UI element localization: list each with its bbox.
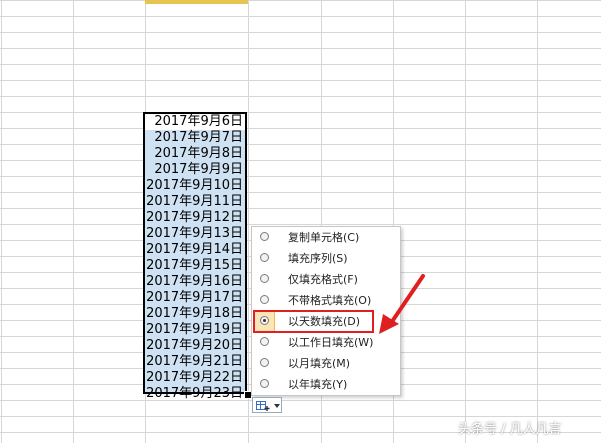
gridline — [0, 32, 601, 33]
radio-icon[interactable] — [260, 274, 269, 283]
gridline — [0, 160, 601, 161]
menu-item-label: 填充序列(S) — [288, 252, 348, 265]
gridline — [0, 16, 601, 17]
menu-item-label: 复制单元格(C) — [288, 231, 360, 244]
gridline — [0, 0, 601, 1]
date-cell[interactable]: 2017年9月18日 — [146, 306, 243, 322]
gridline — [0, 224, 601, 225]
column-header-highlight — [145, 0, 248, 4]
menu-item-label: 以工作日填充(W) — [288, 336, 374, 349]
date-cell[interactable]: 2017年9月21日 — [146, 354, 243, 370]
autofill-options-icon — [256, 401, 270, 411]
gridline — [0, 192, 601, 193]
gridline — [0, 112, 601, 113]
menu-item-fill-months[interactable]: 以月填充(M) — [252, 353, 400, 374]
date-cell[interactable]: 2017年9月13日 — [146, 226, 243, 242]
red-highlight-box — [253, 310, 374, 333]
gridline — [73, 0, 74, 443]
date-cell[interactable]: 2017年9月17日 — [146, 290, 243, 306]
gridline — [0, 416, 601, 417]
gridline — [0, 208, 601, 209]
chevron-down-icon — [274, 404, 280, 408]
spreadsheet-window: 2017年9月6日 2017年9月7日 2017年9月8日 2017年9月9日 … — [0, 0, 601, 443]
date-cell[interactable]: 2017年9月6日 — [154, 114, 243, 130]
radio-icon[interactable] — [260, 232, 269, 241]
gridline — [0, 64, 601, 65]
gridline — [0, 400, 601, 401]
autofill-options-button[interactable] — [252, 397, 282, 413]
gridline — [0, 144, 601, 145]
gridline — [0, 128, 601, 129]
date-cell[interactable]: 2017年9月10日 — [146, 178, 243, 194]
date-cell[interactable]: 2017年9月19日 — [146, 322, 243, 338]
date-cell[interactable]: 2017年9月15日 — [146, 258, 243, 274]
gridline — [0, 176, 601, 177]
date-cell[interactable]: 2017年9月23日 — [146, 386, 243, 402]
gridline — [0, 48, 601, 49]
gridline — [248, 0, 249, 443]
selected-range[interactable]: 2017年9月6日 2017年9月7日 2017年9月8日 2017年9月9日 … — [143, 112, 247, 401]
date-cell[interactable]: 2017年9月7日 — [154, 130, 243, 146]
watermark: 头条号 / 凡人凡言 — [458, 422, 562, 437]
gridline — [0, 96, 601, 97]
radio-icon[interactable] — [260, 358, 269, 367]
radio-icon[interactable] — [260, 379, 269, 388]
menu-item-label: 仅填充格式(F) — [288, 273, 358, 286]
menu-item-label: 以年填充(Y) — [288, 378, 348, 391]
menu-item-fill-series[interactable]: 填充序列(S) — [252, 248, 400, 269]
menu-item-label: 不带格式填充(O) — [288, 294, 372, 307]
gridline — [1, 0, 2, 443]
menu-item-label: 以月填充(M) — [288, 357, 351, 370]
date-cell[interactable]: 2017年9月20日 — [146, 338, 243, 354]
radio-icon[interactable] — [260, 253, 269, 262]
radio-icon[interactable] — [260, 337, 269, 346]
date-cell[interactable]: 2017年9月12日 — [146, 210, 243, 226]
date-cell[interactable]: 2017年9月9日 — [154, 162, 243, 178]
menu-item-copy-cells[interactable]: 复制单元格(C) — [252, 227, 400, 248]
date-cell[interactable]: 2017年9月8日 — [154, 146, 243, 162]
gridline — [537, 0, 538, 443]
red-arrow-icon — [379, 274, 425, 334]
date-cell[interactable]: 2017年9月11日 — [146, 194, 243, 210]
menu-item-fill-years[interactable]: 以年填充(Y) — [252, 374, 400, 395]
date-cell[interactable]: 2017年9月14日 — [146, 242, 243, 258]
gridline — [0, 80, 601, 81]
date-cell[interactable]: 2017年9月16日 — [146, 274, 243, 290]
gridline — [465, 0, 466, 443]
radio-icon[interactable] — [260, 295, 269, 304]
date-cell[interactable]: 2017年9月22日 — [146, 370, 243, 386]
